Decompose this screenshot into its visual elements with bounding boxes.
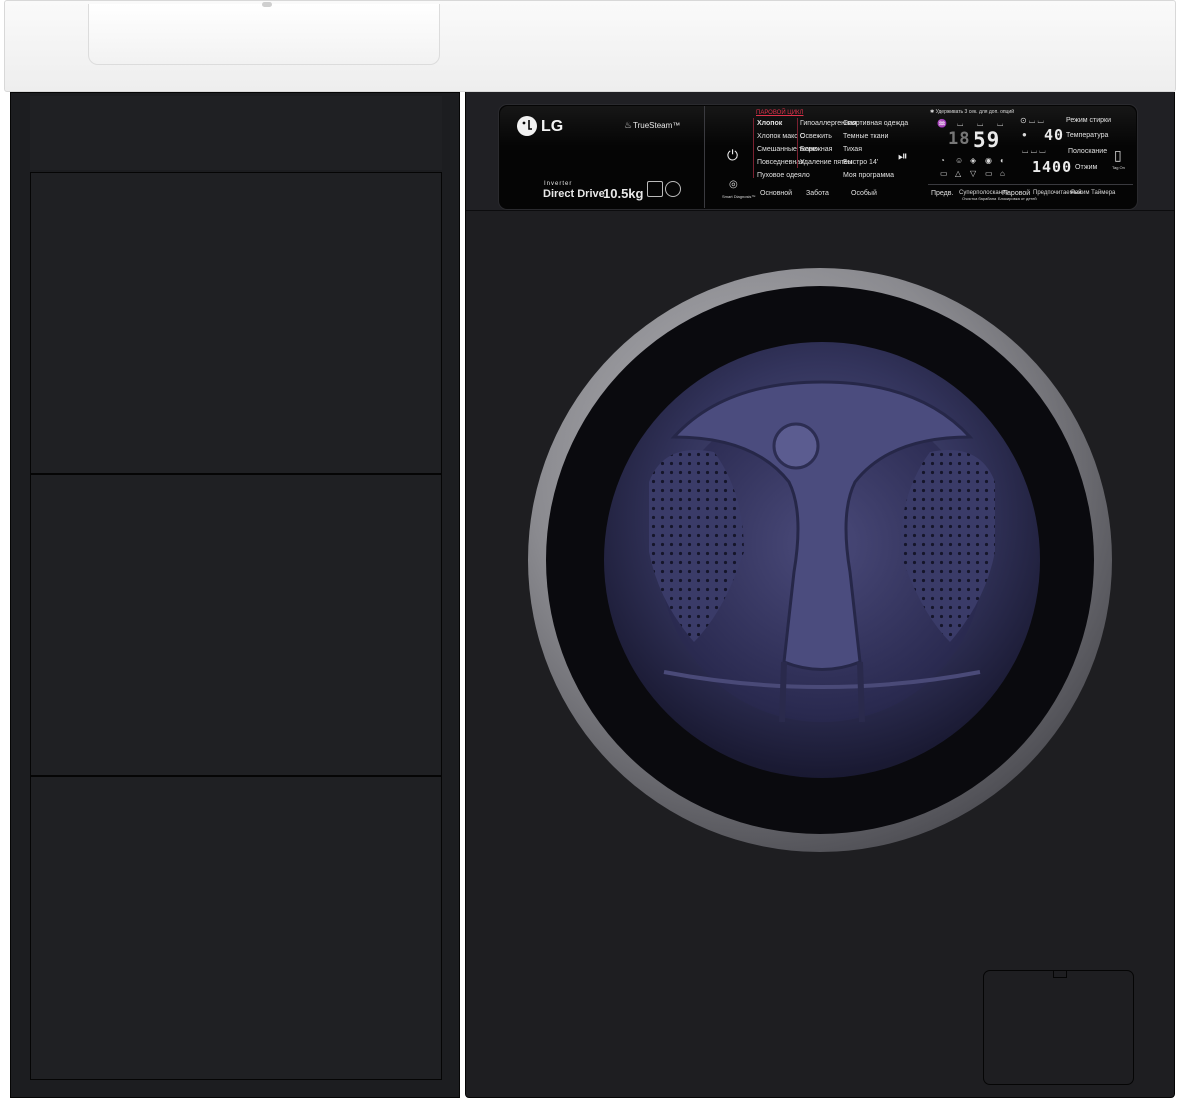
program-quick14[interactable]: Быстро 14' (843, 159, 878, 166)
options-divider (928, 184, 1133, 185)
program-refresh[interactable]: Освежить (800, 133, 832, 140)
program-my[interactable]: Моя программа (843, 172, 894, 179)
status-icon-7: △ (955, 169, 962, 178)
smart-diagnosis-icon[interactable]: ◎ (729, 180, 738, 190)
option-child-lock: Блокировка от детей (998, 196, 1037, 201)
nfc-tag-icon[interactable]: ▯ (1114, 148, 1122, 162)
rinse-indicator-icon: ⌴ ⌴ ⌴ (1022, 146, 1046, 155)
faucet-hole (262, 2, 272, 7)
wash-mode-indicator-icon: ⊙ ⌴ ⌴ (1020, 116, 1044, 125)
group-care: Забота (806, 190, 829, 197)
option-tub-clean: Очистка барабана (962, 196, 997, 201)
status-icon-10: ⌂ (1000, 169, 1005, 178)
6motion-icon (665, 181, 681, 197)
status-icon-8: ▽ (970, 169, 977, 178)
direct-drive-label: Direct Drive (543, 188, 605, 200)
filter-service-hatch[interactable] (983, 970, 1134, 1085)
program-col1-bar (753, 118, 754, 178)
brand-name: LG (541, 118, 564, 135)
status-icon-4: ◉ (985, 156, 992, 165)
group-special: Особый (851, 190, 877, 197)
program-dark[interactable]: Темные ткани (843, 133, 888, 140)
panel-divider (704, 106, 705, 208)
smart-diagnosis-label: Smart Diagnosis™ (722, 194, 756, 199)
temperature-display: 40 (1044, 126, 1065, 144)
dry-icon: ⌴ (997, 119, 1004, 128)
group-basic: Основной (760, 190, 793, 197)
time-display-prefix: 18 (948, 129, 971, 149)
status-icon-2: ☺ (955, 156, 964, 165)
cabinet-top-rail (30, 96, 442, 170)
drum-paddles (649, 380, 995, 723)
drawer-middle[interactable] (30, 474, 442, 776)
drawer-bottom[interactable] (30, 776, 442, 1080)
program-duvet[interactable]: Пуховое одеяло (757, 172, 810, 179)
program-quiet[interactable]: Тихая (843, 146, 862, 153)
status-icon-3: ◈ (970, 156, 977, 165)
option-spin[interactable]: Отжим (1075, 164, 1097, 171)
option-rinse[interactable]: Полоскание (1068, 148, 1107, 155)
steam-cycle-header: ПАРОВОЙ ЦИКЛ (756, 110, 804, 116)
option-prewash[interactable]: Предв. (931, 190, 953, 197)
spin-icon: ⌴ (977, 119, 984, 128)
program-sportswear[interactable]: Спортивная одежда (843, 120, 908, 127)
sink-basin (88, 4, 440, 65)
drawer-top[interactable] (30, 172, 442, 474)
temp-indicator-icon: ● (1022, 130, 1027, 139)
program-cotton[interactable]: Хлопок (757, 120, 782, 127)
hatch-tab[interactable] (1053, 970, 1067, 978)
time-display: 59 (973, 128, 1001, 152)
status-icon-1: ◔ (940, 156, 945, 165)
option-timer[interactable]: Режим Таймера (1071, 190, 1115, 196)
program-delicate[interactable]: Бережная (800, 146, 832, 153)
capacity-label: 10.5kg (603, 186, 644, 201)
option-wash-mode[interactable]: Режим стирки (1066, 117, 1111, 124)
spin-display: 1400 (1032, 158, 1073, 176)
status-icon-6: ▭ (940, 169, 948, 178)
option-temperature[interactable]: Температура (1066, 132, 1108, 139)
program-col2-bar (797, 118, 798, 168)
lg-logo-icon (517, 116, 537, 136)
tag-on-label: Tag On (1112, 165, 1125, 170)
hold-hint: ✱ Удерживать 3 сек. для доп. опций (930, 109, 1015, 115)
rinse-icon: ⌴ (957, 119, 964, 128)
motion-icon (647, 181, 663, 197)
power-button[interactable]: ⏻ (727, 148, 738, 162)
steam-icon: ♨ (624, 120, 633, 130)
status-icon-5: ◐ (1000, 156, 1005, 165)
status-icon-9: ▭ (985, 169, 993, 178)
truesteam-label: TrueSteam™ (633, 121, 681, 130)
inverter-label: Inverter (544, 181, 573, 187)
wash-icon: ♒ (937, 119, 947, 128)
start-pause-button[interactable]: ⏯ (898, 150, 908, 162)
